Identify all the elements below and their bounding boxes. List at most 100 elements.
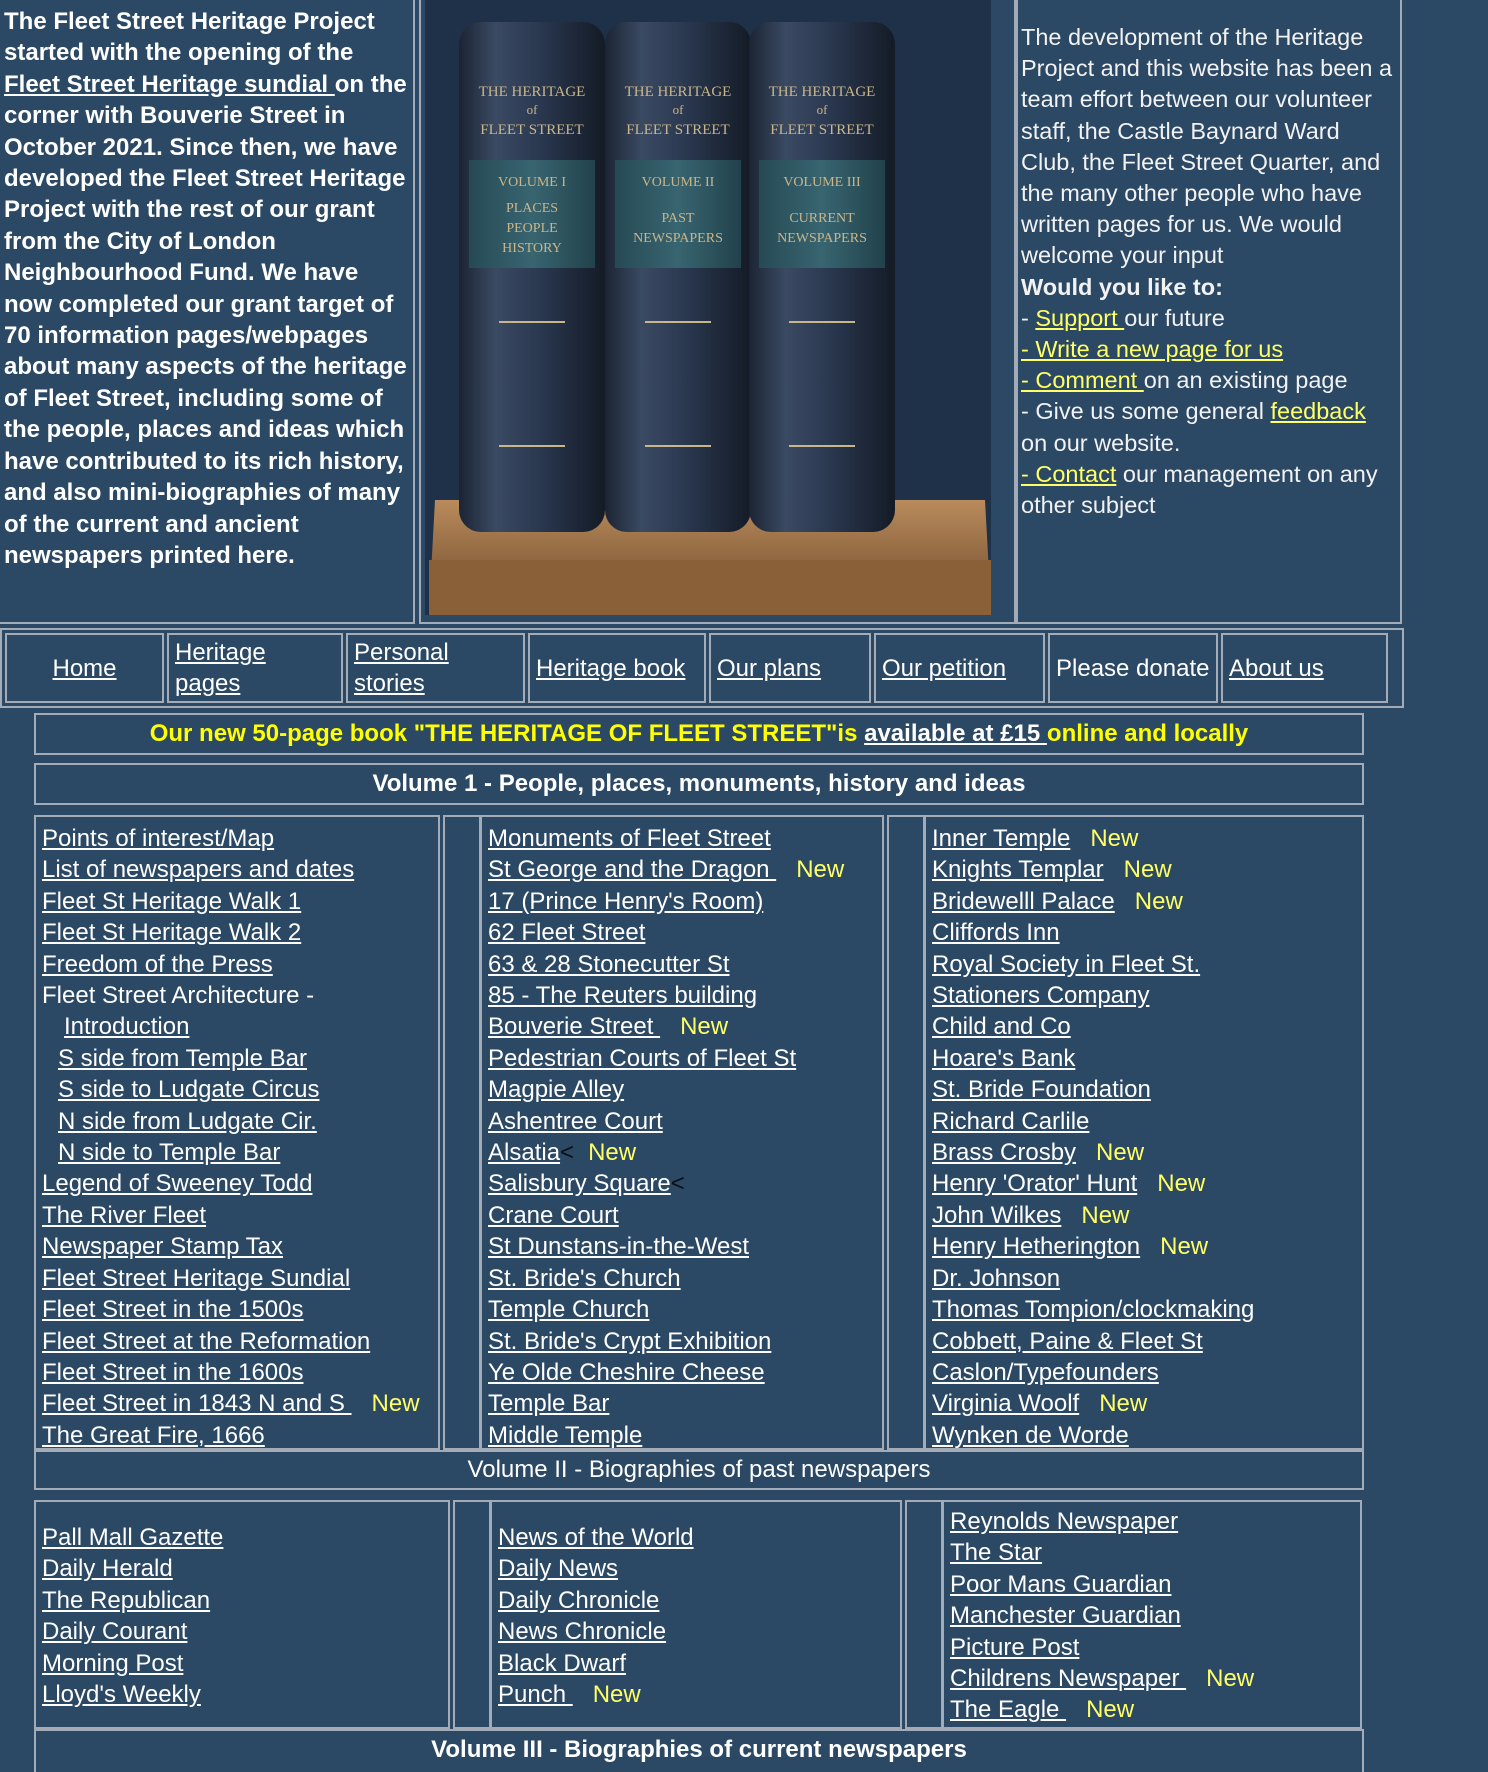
page-link[interactable]: Alsatia bbox=[488, 1139, 560, 1166]
page-link[interactable]: The Great Fire, 1666 bbox=[42, 1422, 265, 1449]
page-link[interactable]: St. Bride's Church bbox=[488, 1265, 681, 1292]
nav-our-plans[interactable]: Our plans bbox=[717, 653, 821, 684]
page-link[interactable]: News Chronicle bbox=[498, 1618, 666, 1645]
page-link[interactable]: Fleet Street Heritage Sundial bbox=[42, 1265, 350, 1292]
page-link[interactable]: Inner Temple bbox=[932, 825, 1070, 852]
page-link[interactable]: Dr. Johnson bbox=[932, 1265, 1060, 1292]
page-link[interactable]: News of the World bbox=[498, 1524, 694, 1551]
page-link[interactable]: Stationers Company bbox=[932, 982, 1149, 1009]
page-link[interactable]: St. Bride's Crypt Exhibition bbox=[488, 1328, 771, 1355]
page-link[interactable]: Pedestrian Courts of Fleet St bbox=[488, 1045, 796, 1072]
page-link[interactable]: Manchester Guardian bbox=[950, 1602, 1181, 1629]
page-link[interactable]: The Republican bbox=[42, 1587, 210, 1614]
page-link[interactable]: Temple Church bbox=[488, 1296, 649, 1323]
page-link[interactable]: St George and the Dragon bbox=[488, 856, 776, 883]
comment-link[interactable]: - Comment bbox=[1021, 367, 1144, 393]
nav-please-donate[interactable]: Please donate bbox=[1056, 653, 1209, 684]
page-link[interactable]: Richard Carlile bbox=[932, 1108, 1089, 1135]
page-link[interactable]: 85 - The Reuters building bbox=[488, 982, 757, 1009]
page-link[interactable]: Fleet Street in the 1600s bbox=[42, 1359, 304, 1386]
intro-text-a: The Fleet Street Heritage Project starte… bbox=[4, 8, 375, 67]
page-link[interactable]: 17 (Prince Henry's Room) bbox=[488, 888, 763, 915]
page-link[interactable]: St Dunstans-in-the-West bbox=[488, 1233, 749, 1260]
page-link[interactable]: The River Fleet bbox=[42, 1202, 206, 1229]
page-link[interactable]: John Wilkes bbox=[932, 1202, 1061, 1229]
page-link[interactable]: Black Dwarf bbox=[498, 1650, 626, 1677]
page-link[interactable]: Ye Olde Cheshire Cheese bbox=[488, 1359, 765, 1386]
page-link[interactable]: Virginia Woolf bbox=[932, 1390, 1079, 1417]
page-link[interactable]: Magpie Alley bbox=[488, 1076, 624, 1103]
nav-about-us[interactable]: About us bbox=[1229, 653, 1324, 684]
page-link[interactable]: Fleet Street in 1843 N and S bbox=[42, 1390, 352, 1417]
page-link[interactable]: Child and Co bbox=[932, 1013, 1071, 1040]
page-link[interactable]: Freedom of the Press bbox=[42, 951, 273, 978]
page-link[interactable]: Monuments of Fleet Street bbox=[488, 825, 771, 852]
page-link[interactable]: Henry Hetherington bbox=[932, 1233, 1140, 1260]
page-link[interactable]: 63 & 28 Stonecutter St bbox=[488, 951, 730, 978]
page-link[interactable]: Knights Templar bbox=[932, 856, 1104, 883]
spine-title-of: of bbox=[527, 102, 539, 117]
page-link[interactable]: Lloyd's Weekly bbox=[42, 1681, 201, 1708]
page-link[interactable]: Fleet Street at the Reformation bbox=[42, 1328, 370, 1355]
page-link[interactable]: St. Bride Foundation bbox=[932, 1076, 1151, 1103]
page-link[interactable]: Legend of Sweeney Todd bbox=[42, 1170, 312, 1197]
page-link[interactable]: N side to Temple Bar bbox=[58, 1139, 280, 1166]
book-buy-link[interactable]: available at £15 bbox=[864, 720, 1047, 747]
page-link[interactable]: Morning Post bbox=[42, 1650, 183, 1677]
page-link[interactable]: Henry 'Orator' Hunt bbox=[932, 1170, 1137, 1197]
page-link[interactable]: Cliffords Inn bbox=[932, 919, 1060, 946]
page-link[interactable]: Fleet Street in the 1500s bbox=[42, 1296, 304, 1323]
page-link[interactable]: Cobbett, Paine & Fleet St bbox=[932, 1328, 1203, 1355]
page-link[interactable]: Introduction bbox=[64, 1013, 189, 1040]
page-link[interactable]: Temple Bar bbox=[488, 1390, 609, 1417]
list-item: S side from Temple Bar bbox=[42, 1043, 438, 1074]
nav-heritage-pages[interactable]: Heritage pages bbox=[175, 637, 335, 699]
page-link[interactable]: Daily News bbox=[498, 1555, 618, 1582]
page-link[interactable]: Bouverie Street bbox=[488, 1013, 660, 1040]
page-link[interactable]: Wynken de Worde bbox=[932, 1422, 1129, 1449]
page-link[interactable]: Royal Society in Fleet St. bbox=[932, 951, 1200, 978]
page-link[interactable]: Hoare's Bank bbox=[932, 1045, 1075, 1072]
contact-link[interactable]: - Contact bbox=[1021, 461, 1116, 487]
nav-home[interactable]: Home bbox=[52, 653, 116, 684]
page-link[interactable]: N side from Ludgate Cir. bbox=[58, 1108, 317, 1135]
write-page-link[interactable]: - Write a new page for us bbox=[1021, 336, 1283, 362]
page-link[interactable]: Caslon/Typefounders bbox=[932, 1359, 1159, 1386]
page-link[interactable]: Newspaper Stamp Tax bbox=[42, 1233, 283, 1260]
nav-heritage-book[interactable]: Heritage book bbox=[536, 653, 685, 684]
page-link[interactable]: Poor Mans Guardian bbox=[950, 1571, 1171, 1598]
nav-personal-stories[interactable]: Personal stories bbox=[354, 637, 517, 699]
page-link[interactable]: Picture Post bbox=[950, 1634, 1079, 1661]
page-link[interactable]: Childrens Newspaper bbox=[950, 1665, 1186, 1692]
page-link[interactable]: Ashentree Court bbox=[488, 1108, 663, 1135]
page-link[interactable]: Middle Temple bbox=[488, 1422, 642, 1449]
page-link[interactable]: Reynolds Newspaper bbox=[950, 1508, 1178, 1535]
page-link[interactable]: S side from Temple Bar bbox=[58, 1045, 307, 1072]
page-link[interactable]: Brass Crosby bbox=[932, 1139, 1076, 1166]
spine-volume: VOLUME II bbox=[642, 175, 715, 190]
page-link[interactable]: Daily Herald bbox=[42, 1555, 173, 1582]
page-link[interactable]: Thomas Tompion/clockmaking bbox=[932, 1296, 1254, 1323]
heritage-books-image[interactable]: THE HERITAGE of FLEET STREET VOLUME I PLACES… bbox=[425, 0, 991, 615]
page-link[interactable]: Crane Court bbox=[488, 1202, 619, 1229]
vol2-col2-list: News of the World Daily News Daily Chron… bbox=[492, 1502, 900, 1710]
page-link[interactable]: Bridewelll Palace bbox=[932, 888, 1115, 915]
page-link[interactable]: Pall Mall Gazette bbox=[42, 1524, 223, 1551]
page-link[interactable]: S side to Ludgate Circus bbox=[58, 1076, 319, 1103]
page-link[interactable]: List of newspapers and dates bbox=[42, 856, 354, 883]
page-link[interactable]: Punch bbox=[498, 1681, 573, 1708]
page-link[interactable]: The Eagle bbox=[950, 1696, 1066, 1723]
page-link[interactable]: Fleet St Heritage Walk 1 bbox=[42, 888, 301, 915]
feedback-link[interactable]: feedback bbox=[1270, 398, 1365, 424]
page-link[interactable]: Points of interest/Map bbox=[42, 825, 274, 852]
support-link[interactable]: Support bbox=[1035, 305, 1124, 331]
page-link[interactable]: Salisbury Square bbox=[488, 1170, 671, 1197]
nav-our-petition[interactable]: Our petition bbox=[882, 653, 1006, 684]
page-link[interactable]: 62 Fleet Street bbox=[488, 919, 645, 946]
sundial-link[interactable]: Fleet Street Heritage sundial bbox=[4, 71, 335, 98]
page-link[interactable]: Daily Chronicle bbox=[498, 1587, 659, 1614]
list-item: Ashentree Court bbox=[488, 1106, 882, 1137]
page-link[interactable]: The Star bbox=[950, 1539, 1042, 1566]
page-link[interactable]: Daily Courant bbox=[42, 1618, 187, 1645]
page-link[interactable]: Fleet St Heritage Walk 2 bbox=[42, 919, 301, 946]
